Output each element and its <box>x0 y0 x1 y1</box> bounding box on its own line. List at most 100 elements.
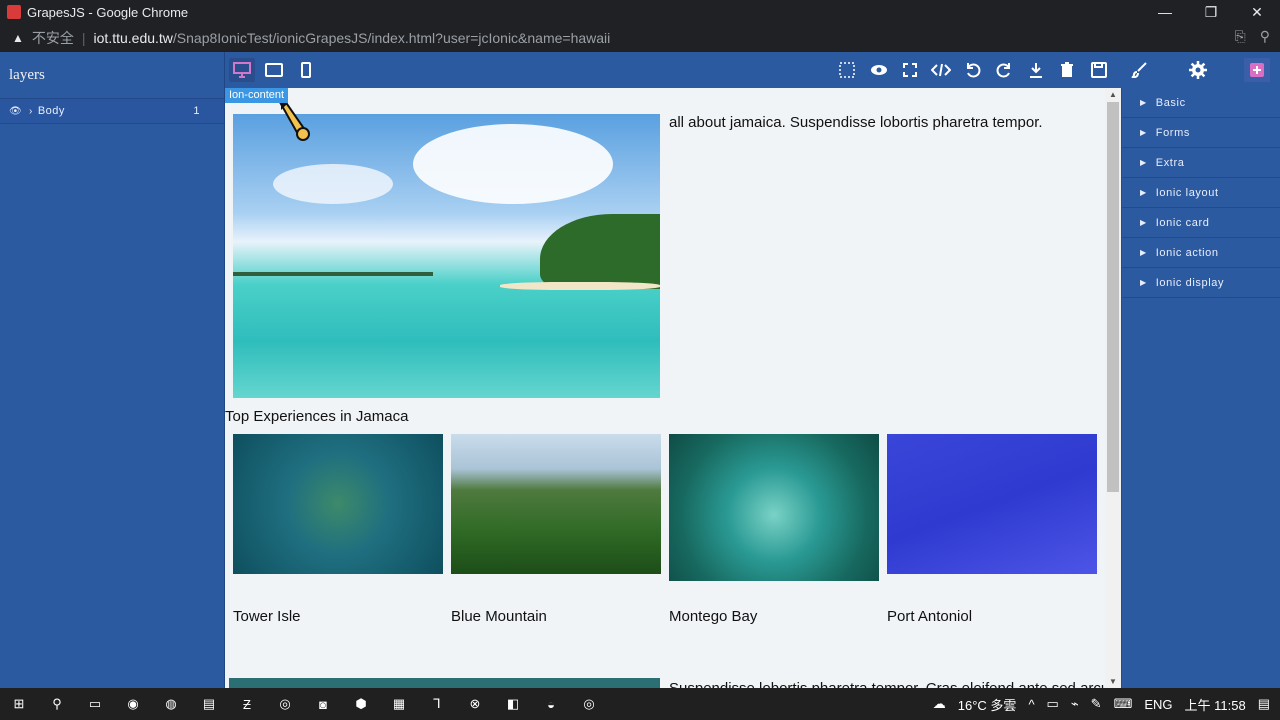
window-controls: — ❐ ✕ <box>1142 0 1280 24</box>
card-image[interactable] <box>451 434 661 574</box>
block-category-label: Ionic display <box>1155 276 1225 289</box>
caret-right-icon: ▶ <box>1140 248 1147 257</box>
address-bar[interactable]: ▲ 不安全 | iot.ttu.edu.tw /Snap8IonicTest/i… <box>0 24 1280 52</box>
cloud-icon[interactable]: ☁ <box>933 696 946 712</box>
card-image[interactable] <box>887 434 1097 574</box>
experience-card[interactable]: Blue Mountain <box>451 434 661 625</box>
cloud-shape <box>413 124 613 204</box>
card-label[interactable]: Port Antoniol <box>887 608 972 625</box>
system-tray: ☁ 16°C 多雲 ^ ▭ ⌁ ✎ ⌨ ENG 上午 11:58 ▤ <box>933 688 1270 720</box>
plus-icon[interactable] <box>1244 58 1270 82</box>
chrome-active-icon[interactable]: ◎ <box>570 688 608 720</box>
experience-card[interactable]: Port Antoniol <box>887 434 1097 625</box>
chrome-icon[interactable]: ◎ <box>266 688 304 720</box>
url-host[interactable]: iot.ttu.edu.tw <box>94 30 173 46</box>
undo-icon[interactable] <box>960 58 986 82</box>
tablet-icon[interactable] <box>261 58 287 82</box>
layer-count: 1 <box>193 105 200 117</box>
bottom-image[interactable] <box>229 678 660 688</box>
keyboard-icon[interactable]: ⌨ <box>1114 696 1133 712</box>
scroll-thumb[interactable] <box>1107 102 1119 492</box>
warning-icon[interactable]: ▲ <box>12 31 24 45</box>
close-button[interactable]: ✕ <box>1234 0 1280 24</box>
grapesjs-editor: layers 👁 › Body 1 Ion-content all about … <box>0 52 1280 688</box>
url-path[interactable]: /Snap8IonicTest/ionicGrapesJS/index.html… <box>173 30 610 46</box>
notification-icon[interactable]: ▤ <box>1258 696 1270 712</box>
folder-icon[interactable]: ▤ <box>190 688 228 720</box>
block-category-label: Forms <box>1155 126 1190 139</box>
grapesjs-app-icon <box>7 5 21 19</box>
save-icon[interactable] <box>1086 58 1112 82</box>
redo-icon[interactable] <box>991 58 1017 82</box>
card-image[interactable] <box>669 434 879 581</box>
filezilla-icon[interactable]: Ƶ <box>228 688 266 720</box>
terminal-icon[interactable]: ▭ <box>76 688 114 720</box>
fullscreen-icon[interactable] <box>897 58 923 82</box>
clock[interactable]: 上午 11:58 <box>1185 695 1246 714</box>
bottom-text[interactable]: Suspendisse lobortis pharetra tempor. Cr… <box>669 680 1109 688</box>
search-icon[interactable]: ⚲ <box>38 688 76 720</box>
layer-row-body[interactable]: 👁 › Body 1 <box>0 98 224 124</box>
experience-card[interactable]: Tower Isle <box>233 434 443 625</box>
hero-image[interactable] <box>233 114 660 398</box>
restore-button[interactable]: ❐ <box>1188 0 1234 24</box>
block-category-ionic-layout[interactable]: ▶ Ionic layout <box>1122 178 1280 208</box>
app-icon[interactable]: Ꞁ <box>418 688 456 720</box>
select-box-icon[interactable] <box>834 58 860 82</box>
mobile-icon[interactable] <box>293 58 319 82</box>
block-category-forms[interactable]: ▶ Forms <box>1122 118 1280 148</box>
card-label[interactable]: Montego Bay <box>669 608 757 625</box>
editor-canvas[interactable]: Ion-content all about jamaica. Suspendis… <box>225 88 1121 688</box>
caret-right-icon: ▶ <box>1140 278 1147 287</box>
hero-text[interactable]: all about jamaica. Suspendisse lobortis … <box>669 114 1043 131</box>
scroll-down-icon[interactable]: ▼ <box>1109 677 1117 686</box>
scroll-up-icon[interactable]: ▲ <box>1109 90 1117 99</box>
windows-start-icon[interactable]: ⊞ <box>0 688 38 720</box>
weather-text[interactable]: 16°C 多雲 <box>958 695 1017 714</box>
block-category-ionic-display[interactable]: ▶ Ionic display <box>1122 268 1280 298</box>
card-image[interactable] <box>233 434 443 574</box>
code-icon[interactable] <box>928 58 954 82</box>
download-icon[interactable] <box>1023 58 1049 82</box>
translate-icon[interactable]: ⎘ <box>1235 28 1246 45</box>
app-icon[interactable]: ⬢ <box>342 688 380 720</box>
battery-icon[interactable]: ▭ <box>1047 696 1059 712</box>
notepad-icon[interactable]: ▦ <box>380 688 418 720</box>
block-category-extra[interactable]: ▶ Extra <box>1122 148 1280 178</box>
app-icon[interactable]: ◍ <box>152 688 190 720</box>
pencil-cursor-icon <box>279 103 310 141</box>
brush-icon[interactable] <box>1126 58 1152 82</box>
divider: | <box>81 30 86 46</box>
card-label[interactable]: Blue Mountain <box>451 608 547 625</box>
gear-icon[interactable] <box>1185 58 1211 82</box>
edge-icon[interactable]: ◒ <box>532 688 570 720</box>
block-category-ionic-card[interactable]: ▶ Ionic card <box>1122 208 1280 238</box>
minimize-button[interactable]: — <box>1142 0 1188 24</box>
search-icon[interactable]: ⚲ <box>1260 28 1270 45</box>
powerpoint-icon[interactable]: ◧ <box>494 688 532 720</box>
block-category-ionic-action[interactable]: ▶ Ionic action <box>1122 238 1280 268</box>
block-category-basic[interactable]: ▶ Basic <box>1122 88 1280 118</box>
preview-eye-icon[interactable] <box>866 58 892 82</box>
windows-taskbar: ⊞ ⚲ ▭ ◉ ◍ ▤ Ƶ ◎ ◙ ⬢ ▦ Ꞁ ⊗ ◧ ◒ ◎ ☁ 16°C 多… <box>0 688 1280 720</box>
language-indicator[interactable]: ENG <box>1144 697 1172 712</box>
network-icon[interactable]: ⌁ <box>1071 696 1079 712</box>
browser-titlebar: GrapesJS - Google Chrome — ❐ ✕ <box>0 0 1280 24</box>
pen-icon[interactable]: ✎ <box>1091 696 1102 712</box>
canvas-scrollbar[interactable]: ▲ ▼ <box>1105 88 1121 688</box>
component-badge: Ion-content <box>225 88 289 103</box>
insecure-label[interactable]: 不安全 <box>32 28 74 48</box>
app-icon[interactable]: ⊗ <box>456 688 494 720</box>
line-icon[interactable]: ◙ <box>304 688 342 720</box>
eye-icon[interactable]: 👁 <box>9 106 22 117</box>
caret-right-icon: ▶ <box>1140 158 1147 167</box>
beach-strip <box>500 282 660 290</box>
section-title[interactable]: Top Experiences in Jamaca <box>225 408 408 425</box>
app-icon[interactable]: ◉ <box>114 688 152 720</box>
trash-icon[interactable] <box>1054 58 1080 82</box>
chevron-up-icon[interactable]: ^ <box>1028 697 1034 712</box>
chevron-right-icon[interactable]: › <box>29 106 33 117</box>
desktop-icon[interactable] <box>229 58 255 82</box>
experience-card[interactable]: Montego Bay <box>669 434 879 625</box>
card-label[interactable]: Tower Isle <box>233 608 301 625</box>
